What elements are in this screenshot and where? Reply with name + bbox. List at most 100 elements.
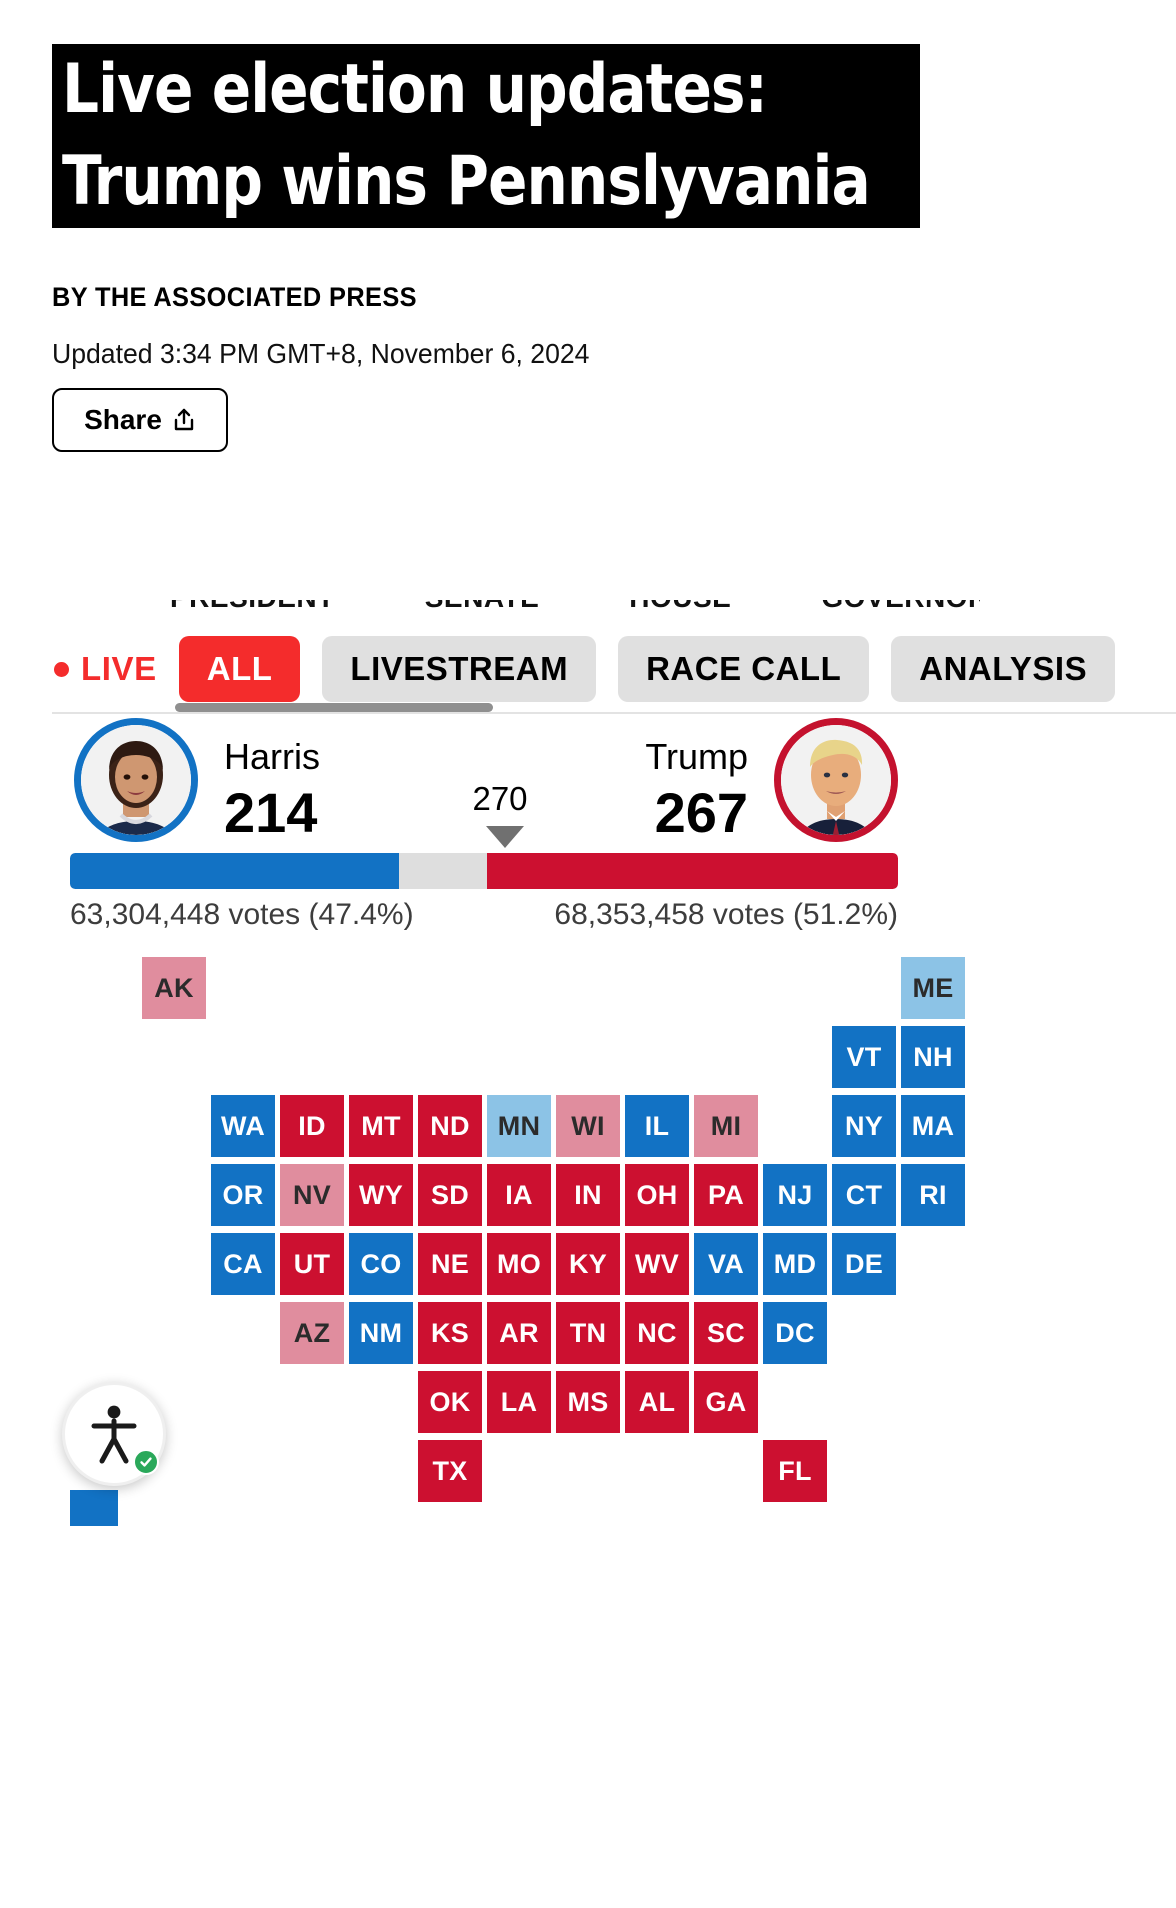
race-nav[interactable]: PRESIDENT SENATE HOUSE GOVERNOR xyxy=(170,600,980,626)
state-label: CO xyxy=(360,1248,402,1279)
state-label: SC xyxy=(706,1317,746,1348)
state-tile-de[interactable]: DE xyxy=(832,1233,896,1295)
state-tile-ks[interactable]: KS xyxy=(418,1302,482,1364)
state-tile-nh[interactable]: NH xyxy=(901,1026,965,1088)
state-tile-sc[interactable]: SC xyxy=(694,1302,758,1364)
state-tile-ga[interactable]: GA xyxy=(694,1371,758,1433)
state-tile-or[interactable]: OR xyxy=(211,1164,275,1226)
state-tile-sd[interactable]: SD xyxy=(418,1164,482,1226)
state-tile-id[interactable]: ID xyxy=(280,1095,344,1157)
state-tile-nj[interactable]: NJ xyxy=(763,1164,827,1226)
tab-race-call[interactable]: RACE CALL xyxy=(618,636,870,702)
state-tile-ne[interactable]: NE xyxy=(418,1233,482,1295)
updated-timestamp: Updated 3:34 PM GMT+8, November 6, 2024 xyxy=(52,338,590,369)
partial-state-tile xyxy=(70,1490,118,1526)
state-tile-mo[interactable]: MO xyxy=(487,1233,551,1295)
candidate-summary: Harris 214 270 Trump 267 xyxy=(52,718,920,848)
state-tile-ak[interactable]: AK xyxy=(142,957,206,1019)
state-label: NE xyxy=(430,1248,470,1279)
headline-line-2: Trump wins Pennslyvania xyxy=(62,142,871,221)
live-dot-icon xyxy=(54,661,69,677)
state-tile-ut[interactable]: UT xyxy=(280,1233,344,1295)
state-tile-fl[interactable]: FL xyxy=(763,1440,827,1502)
avatar-trump[interactable] xyxy=(774,718,898,842)
state-label: IL xyxy=(644,1110,670,1141)
state-tile-ri[interactable]: RI xyxy=(901,1164,965,1226)
state-tile-wv[interactable]: WV xyxy=(625,1233,689,1295)
state-tile-nm[interactable]: NM xyxy=(349,1302,413,1364)
state-tile-mt[interactable]: MT xyxy=(349,1095,413,1157)
state-tile-wy[interactable]: WY xyxy=(349,1164,413,1226)
candidate-name-harris: Harris xyxy=(224,736,320,777)
state-tile-ky[interactable]: KY xyxy=(556,1233,620,1295)
tab-all[interactable]: ALL xyxy=(178,636,301,702)
electoral-bar-trump xyxy=(487,853,898,889)
accessibility-widget-button[interactable] xyxy=(62,1382,166,1486)
state-tile-az[interactable]: AZ xyxy=(280,1302,344,1364)
divider xyxy=(52,712,1176,714)
state-label: AR xyxy=(499,1317,539,1348)
state-tile-ar[interactable]: AR xyxy=(487,1302,551,1364)
live-indicator: LIVE xyxy=(52,650,157,688)
state-tile-ct[interactable]: CT xyxy=(832,1164,896,1226)
content-filter-tabs: LIVE ALL LIVESTREAM RACE CALL ANALYSIS xyxy=(52,628,1176,710)
state-tile-oh[interactable]: OH xyxy=(625,1164,689,1226)
state-label: WV xyxy=(634,1248,680,1279)
state-tile-me[interactable]: ME xyxy=(901,957,965,1019)
state-tile-tn[interactable]: TN xyxy=(556,1302,620,1364)
state-tile-il[interactable]: IL xyxy=(625,1095,689,1157)
popular-votes-harris: 63,304,448 votes (47.4%) xyxy=(70,898,414,931)
state-tile-nv[interactable]: NV xyxy=(280,1164,344,1226)
state-label: NY xyxy=(844,1110,884,1141)
state-tile-dc[interactable]: DC xyxy=(763,1302,827,1364)
state-label: OR xyxy=(222,1179,264,1210)
popular-vote-row: 63,304,448 votes (47.4%) 68,353,458 vote… xyxy=(0,898,1176,940)
tab-scrollbar-thumb[interactable] xyxy=(175,703,493,712)
state-tile-ms[interactable]: MS xyxy=(556,1371,620,1433)
state-tile-al[interactable]: AL xyxy=(625,1371,689,1433)
byline: BY THE ASSOCIATED PRESS xyxy=(52,282,417,312)
race-nav-governor[interactable]: GOVERNOR xyxy=(821,600,980,614)
state-cartogram: AK ME VT NH WA ID MT ND MN WI IL MI NY MA OR NV WY SD IA IN… xyxy=(0,948,1176,1528)
state-tile-mi[interactable]: MI xyxy=(694,1095,758,1157)
state-tile-ca[interactable]: CA xyxy=(211,1233,275,1295)
article-page: Live election updates: Trump wins Pennsl… xyxy=(0,0,1176,1908)
state-tile-in[interactable]: IN xyxy=(556,1164,620,1226)
state-tile-co[interactable]: CO xyxy=(349,1233,413,1295)
state-label: NC xyxy=(637,1317,677,1348)
state-label: IA xyxy=(505,1179,533,1210)
state-tile-ma[interactable]: MA xyxy=(901,1095,965,1157)
tab-livestream[interactable]: LIVESTREAM xyxy=(322,636,597,702)
state-tile-ia[interactable]: IA xyxy=(487,1164,551,1226)
state-tile-nd[interactable]: ND xyxy=(418,1095,482,1157)
state-tile-pa[interactable]: PA xyxy=(694,1164,758,1226)
state-label: ND xyxy=(430,1110,470,1141)
state-label: IN xyxy=(574,1179,602,1210)
state-tile-mn[interactable]: MN xyxy=(487,1095,551,1157)
state-tile-ok[interactable]: OK xyxy=(418,1371,482,1433)
race-nav-house[interactable]: HOUSE xyxy=(629,600,731,614)
state-tile-wi[interactable]: WI xyxy=(556,1095,620,1157)
state-tile-wa[interactable]: WA xyxy=(211,1095,275,1157)
state-label: CT xyxy=(845,1179,883,1210)
share-button[interactable]: Share xyxy=(52,388,228,452)
state-label: MN xyxy=(497,1110,541,1141)
state-tile-ny[interactable]: NY xyxy=(832,1095,896,1157)
state-tile-vt[interactable]: VT xyxy=(832,1026,896,1088)
share-icon xyxy=(172,407,196,433)
state-tile-md[interactable]: MD xyxy=(763,1233,827,1295)
race-nav-senate[interactable]: SENATE xyxy=(425,600,540,614)
state-tile-la[interactable]: LA xyxy=(487,1371,551,1433)
electoral-bar-harris xyxy=(70,853,400,889)
race-nav-president[interactable]: PRESIDENT xyxy=(170,600,335,614)
electoral-vote-bar xyxy=(70,853,898,889)
avatar-harris[interactable] xyxy=(74,718,198,842)
tab-analysis[interactable]: ANALYSIS xyxy=(891,636,1116,702)
state-label: DE xyxy=(844,1248,884,1279)
state-label: LA xyxy=(500,1386,538,1417)
state-tile-tx[interactable]: TX xyxy=(418,1440,482,1502)
state-label: PA xyxy=(707,1179,745,1210)
state-tile-va[interactable]: VA xyxy=(694,1233,758,1295)
state-label: NH xyxy=(913,1041,953,1072)
state-tile-nc[interactable]: NC xyxy=(625,1302,689,1364)
